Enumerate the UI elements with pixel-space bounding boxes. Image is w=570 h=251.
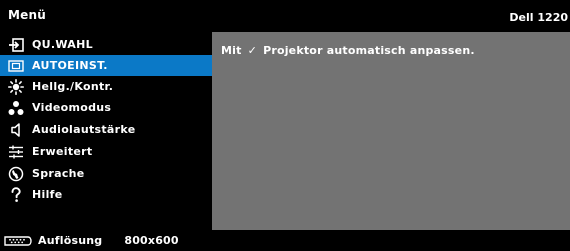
sidebar-item-label: Hellg./Kontr.	[32, 80, 114, 93]
sidebar-item-videomodus[interactable]: Videomodus	[0, 97, 212, 118]
sidebar-item-erweitert[interactable]: Erweitert	[0, 141, 212, 162]
checkmark-icon: ✓	[247, 44, 258, 57]
content-panel: Mit ✓ Projektor automatisch anpassen.	[212, 32, 570, 230]
resolution-value: 800x600	[124, 234, 179, 247]
video-mode-icon	[7, 100, 25, 116]
brand-model: Dell 1220	[509, 11, 568, 24]
sidebar-item-label: Sprache	[32, 167, 85, 180]
resolution-label: Auflösung	[38, 234, 103, 247]
description-text-start: Mit	[221, 44, 242, 57]
sidebar-item-hilfe[interactable]: Hilfe	[0, 184, 212, 205]
sidebar-item-label: Videomodus	[32, 101, 112, 114]
advanced-settings-icon	[7, 144, 25, 160]
sidebar-item-autoeinst[interactable]: AUTOEINST.	[0, 55, 212, 76]
auto-adjust-icon	[7, 58, 25, 74]
speaker-icon	[7, 122, 25, 138]
video-source-icon	[4, 235, 32, 247]
sidebar-item-audiolautstaerke[interactable]: Audiolautstärke	[0, 119, 212, 140]
brightness-icon	[7, 78, 25, 95]
sidebar-item-hellg-kontr[interactable]: Hellg./Kontr.	[0, 76, 212, 97]
auto-adjust-description: Mit ✓ Projektor automatisch anpassen.	[221, 40, 551, 62]
sidebar-item-label: Erweitert	[32, 145, 93, 158]
menu-title: Menü	[8, 8, 46, 22]
sidebar-item-qu-wahl[interactable]: QU.WAHL	[0, 34, 212, 55]
osd-header: Menü Dell 1220	[0, 0, 570, 30]
language-globe-icon	[7, 166, 25, 182]
projector-osd-menu: Menü Dell 1220 QU.WAHL AUTOEINST. Hellg.…	[0, 0, 570, 251]
input-source-icon	[7, 37, 25, 53]
sidebar-item-label: Audiolautstärke	[32, 123, 136, 136]
help-icon	[7, 186, 25, 203]
osd-footer: Auflösung 800x600	[0, 230, 570, 251]
description-text-end: Projektor automatisch anpassen.	[263, 44, 475, 57]
osd-sidebar: QU.WAHL AUTOEINST. Hellg./Kontr. Videomo…	[0, 32, 212, 230]
sidebar-item-label: QU.WAHL	[32, 38, 93, 51]
sidebar-item-label: AUTOEINST.	[32, 59, 108, 72]
sidebar-item-sprache[interactable]: Sprache	[0, 163, 212, 184]
sidebar-item-label: Hilfe	[32, 188, 63, 201]
